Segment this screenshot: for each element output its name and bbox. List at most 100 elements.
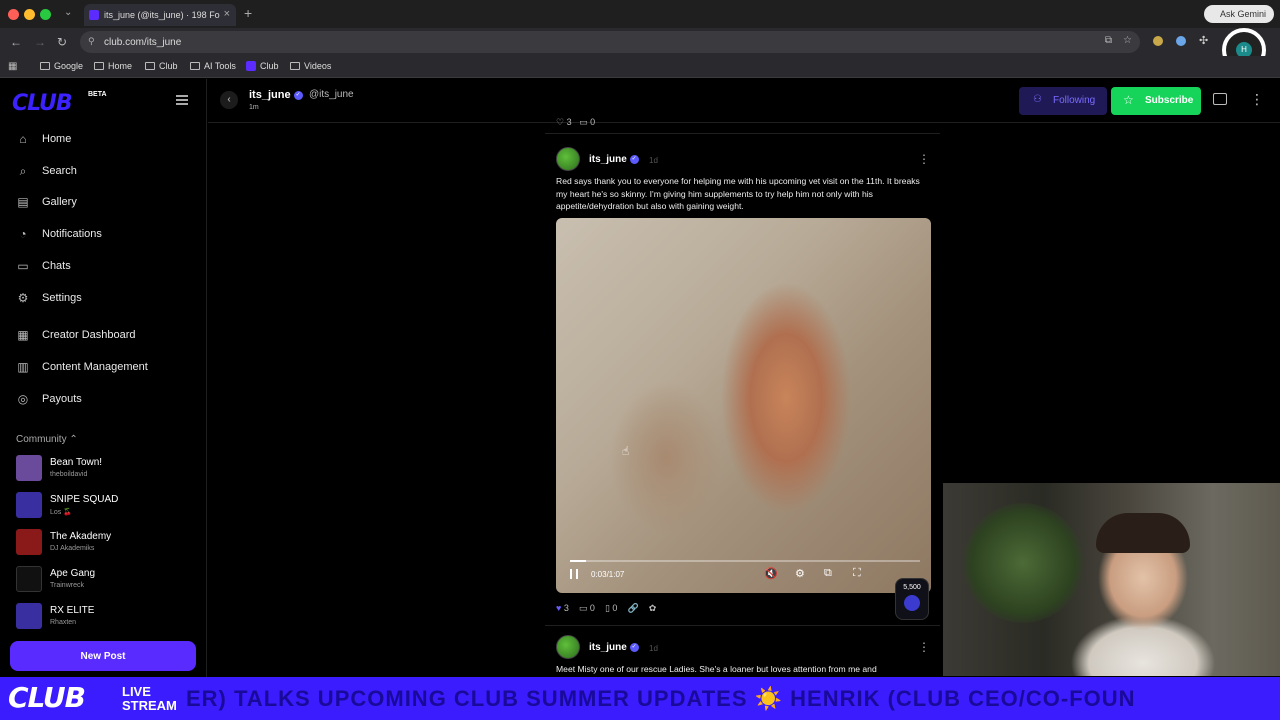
ask-gemini-button[interactable]: Ask Gemini — [1204, 5, 1274, 23]
video-progress-fill — [570, 560, 586, 562]
pause-icon[interactable] — [570, 569, 578, 579]
beta-badge: BETA — [88, 91, 107, 98]
browser-tab[interactable]: its_june (@its_june) · 198 Fo × — [84, 4, 236, 26]
extension-icon[interactable] — [1176, 36, 1186, 46]
chevron-up-icon: ⌃ — [69, 434, 78, 445]
minimize-window-button[interactable] — [24, 9, 35, 20]
webcam-person — [1096, 513, 1190, 553]
bookmark-google[interactable]: Google — [40, 61, 83, 71]
community-avatar — [16, 566, 42, 592]
back-arrow-icon[interactable]: ← — [10, 35, 22, 49]
folder-icon — [145, 62, 155, 70]
heart-icon[interactable]: ♡ — [556, 117, 564, 127]
sidebar-item-creator-dashboard[interactable]: ▦ Creator Dashboard — [16, 326, 196, 346]
hamburger-menu-icon[interactable] — [176, 95, 188, 105]
bookmark-club[interactable]: Club — [246, 61, 279, 71]
maximize-window-button[interactable] — [40, 9, 51, 20]
bookmark-videos[interactable]: Videos — [290, 61, 331, 71]
community-item-rx-elite[interactable]: RX ELITE Rhaxten — [16, 603, 196, 633]
apps-grid-icon[interactable]: ▦ — [8, 61, 17, 72]
mute-icon[interactable]: 🔇 — [764, 567, 778, 580]
community-item-ape-gang[interactable]: Ape Gang Trainwreck — [16, 566, 196, 596]
gallery-icon: ▤ — [17, 195, 29, 209]
sidebar: CLUB BETA ⌂ Home ⌕ Search ▤ Gallery ◔ Notifi… — [0, 79, 207, 677]
last-active-time: 1m — [249, 104, 259, 111]
club-favicon-icon — [246, 61, 256, 71]
install-app-icon[interactable]: ⧉ — [1105, 35, 1112, 46]
address-bar[interactable]: ⚲ club.com/its_june ⧉ ☆ — [80, 31, 1140, 53]
post-more-icon[interactable]: ⋮ — [918, 640, 930, 654]
post-more-icon[interactable]: ⋮ — [918, 152, 930, 166]
subscribe-button[interactable]: ☆ Subscribe — [1111, 87, 1201, 115]
sidebar-item-home[interactable]: ⌂ Home — [16, 130, 196, 150]
post-author-name[interactable]: its_june ✓ — [589, 642, 639, 653]
post-video[interactable]: 0:03/1:07 🔇 ⚙ ⧉ ⛶ — [556, 218, 931, 593]
extensions-puzzle-icon[interactable]: ✣ — [1199, 34, 1208, 47]
close-window-button[interactable] — [8, 9, 19, 20]
bookmark-icon[interactable]: ▯ — [605, 603, 610, 613]
like-count: 3 — [563, 603, 569, 613]
verified-badge-icon: ✓ — [293, 90, 303, 100]
bookmark-star-icon[interactable]: ☆ — [1123, 35, 1132, 46]
post-author-avatar[interactable] — [556, 147, 580, 171]
tip-badge[interactable]: 5,500 — [895, 578, 929, 620]
following-button[interactable]: ⚇ Following — [1019, 87, 1107, 115]
sidebar-item-payouts[interactable]: ◎ Payouts — [16, 390, 196, 410]
comment-count: 0 — [589, 603, 595, 613]
gear-icon: ⚙ — [17, 291, 29, 305]
club-logo[interactable]: CLUB — [12, 91, 73, 116]
community-avatar — [16, 603, 42, 629]
tab-search-chevron-icon[interactable]: ⌄ — [64, 7, 72, 18]
more-options-icon[interactable]: ⋮ — [1250, 91, 1264, 108]
community-avatar — [16, 529, 42, 555]
post-author-name[interactable]: its_june ✓ — [589, 154, 639, 165]
community-section-toggle[interactable]: Community ⌃ — [16, 434, 78, 445]
webcam-overlay — [943, 483, 1280, 676]
club-favicon-icon — [89, 10, 99, 20]
heart-filled-icon[interactable]: ♥ — [556, 603, 561, 613]
new-tab-button[interactable]: + — [244, 5, 252, 21]
bell-icon: ◔ — [19, 227, 27, 241]
community-item-snipe-squad[interactable]: SNIPE SQUAD Los 🍒 — [16, 492, 196, 522]
sidebar-item-chats[interactable]: ▭ Chats — [16, 257, 196, 277]
bookmark-ai-tools[interactable]: AI Tools — [190, 61, 236, 71]
verified-badge-icon: ✓ — [629, 642, 639, 652]
back-button[interactable]: ‹ — [220, 91, 238, 109]
profile-header: ‹ its_june ✓ @its_june 1m ⚇ Following ☆ Su… — [208, 79, 1280, 123]
sidebar-item-gallery[interactable]: ▤ Gallery — [16, 193, 196, 213]
picture-in-picture-icon[interactable]: ⧉ — [824, 567, 832, 580]
link-icon[interactable]: 🔗 — [627, 603, 638, 613]
comment-icon[interactable]: ▭ — [579, 603, 588, 613]
post-divider — [545, 625, 940, 626]
forward-arrow-icon[interactable]: → — [34, 35, 46, 49]
video-settings-gear-icon[interactable]: ⚙ — [795, 567, 805, 580]
post-actions: ♥ 3 ▭ 0 ▯ 0 🔗 ✿ — [556, 603, 656, 614]
star-icon: ☆ — [1123, 93, 1134, 107]
gallery-view-icon[interactable] — [1213, 93, 1227, 105]
sidebar-item-settings[interactable]: ⚙ Settings — [16, 289, 196, 309]
gemini-label: Ask Gemini — [1220, 9, 1267, 19]
fullscreen-icon[interactable]: ⛶ — [853, 567, 861, 580]
community-avatar — [16, 455, 42, 481]
community-item-bean-town[interactable]: Bean Town! theboildavid — [16, 455, 196, 485]
sidebar-item-search[interactable]: ⌕ Search — [16, 162, 196, 182]
extension-icon[interactable] — [1153, 36, 1163, 46]
bookmark-home[interactable]: Home — [94, 61, 132, 71]
video-progress-bar[interactable] — [570, 560, 920, 562]
community-avatar — [16, 492, 42, 518]
tip-icon[interactable]: ✿ — [649, 603, 657, 613]
post-text: Meet Misty one of our rescue Ladies. She… — [556, 664, 877, 674]
profile-name: its_june ✓ — [249, 89, 303, 101]
site-info-icon[interactable]: ⚲ — [88, 36, 95, 47]
close-tab-icon[interactable]: × — [224, 8, 230, 20]
new-post-button[interactable]: New Post — [10, 641, 196, 671]
bookmark-club-folder[interactable]: Club — [145, 61, 178, 71]
sidebar-item-notifications[interactable]: ◔ Notifications — [16, 225, 196, 245]
video-time: 0:03/1:07 — [591, 570, 625, 579]
post-author-avatar[interactable] — [556, 635, 580, 659]
mouse-cursor-icon: ☝ — [622, 444, 630, 458]
community-item-the-akademy[interactable]: The Akademy DJ Akademiks — [16, 529, 196, 559]
sidebar-item-content-management[interactable]: ▥ Content Management — [16, 358, 196, 378]
comment-icon[interactable]: ▭ — [579, 117, 588, 127]
reload-icon[interactable]: ↻ — [57, 35, 67, 49]
